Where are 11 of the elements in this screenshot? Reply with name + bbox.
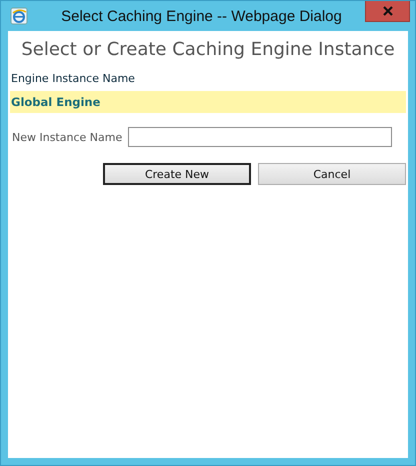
instance-name-field[interactable] <box>128 127 392 147</box>
browser-icon <box>10 7 28 25</box>
field-label: New Instance Name <box>12 130 122 144</box>
close-button[interactable] <box>365 1 410 22</box>
engine-list-item[interactable]: Global Engine <box>10 91 406 113</box>
dialog-heading: Select or Create Caching Engine Instance <box>20 39 396 60</box>
cancel-button[interactable]: Cancel <box>258 163 406 185</box>
create-button[interactable]: Create New <box>103 163 251 185</box>
list-header: Engine Instance Name <box>11 72 136 85</box>
close-icon <box>382 6 392 16</box>
window-title: Select Caching Engine -- Webpage Dialog <box>60 8 343 24</box>
